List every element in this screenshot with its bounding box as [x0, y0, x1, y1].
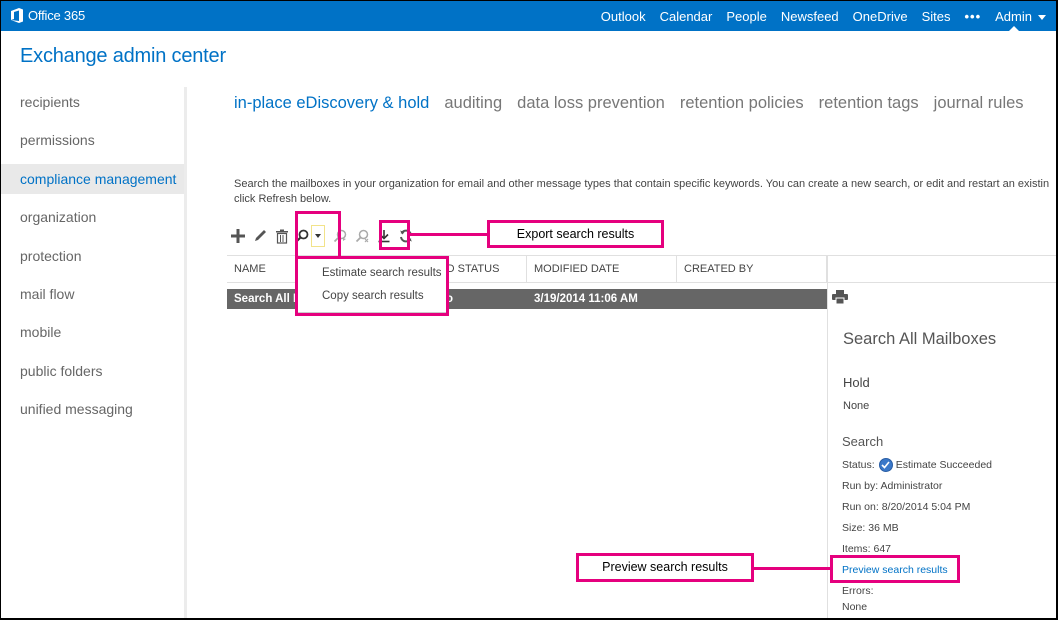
- row-modified-date-cell: 3/19/2014 11:06 AM: [534, 293, 638, 305]
- sidebar-item-mail-flow[interactable]: mail flow: [1, 279, 184, 309]
- preview-callout: Preview search results: [576, 553, 754, 582]
- sidebar-item-mobile[interactable]: mobile: [1, 317, 184, 347]
- page-description: Search the mailboxes in your organizatio…: [234, 177, 1056, 207]
- tab-data-loss-prevention[interactable]: data loss prevention: [517, 94, 665, 113]
- hold-value: None: [843, 400, 870, 412]
- result-size: Size: 36 MB: [842, 522, 899, 534]
- active-pointer-icon: [1008, 25, 1019, 31]
- sidebar-item-unified-messaging[interactable]: unified messaging: [1, 394, 184, 424]
- nav-outlook[interactable]: Outlook: [601, 9, 646, 24]
- run-by: Run by: Administrator: [842, 480, 943, 492]
- compliance-tabs: in-place eDiscovery & hold auditing data…: [234, 94, 1039, 113]
- delete-icon: [276, 229, 288, 244]
- sidebar-item-compliance-management[interactable]: compliance management: [1, 163, 184, 194]
- tab-auditing[interactable]: auditing: [444, 94, 502, 113]
- sidebar-item-public-folders[interactable]: public folders: [1, 356, 184, 386]
- printer-icon: [832, 290, 848, 305]
- description-line-2: click Refresh below.: [234, 193, 332, 205]
- run-on: Run on: 8/20/2014 5:04 PM: [842, 501, 971, 513]
- app-title: Exchange admin center: [20, 45, 226, 67]
- row-name-cell: Search All M: [234, 293, 303, 305]
- print-button[interactable]: [832, 290, 848, 309]
- admin-label: Admin: [995, 8, 1032, 24]
- delete-button[interactable]: [271, 225, 293, 247]
- success-check-icon: [878, 458, 893, 472]
- add-icon: [231, 229, 245, 243]
- status-label: Status:: [842, 459, 875, 471]
- sidebar-item-protection[interactable]: protection: [1, 241, 184, 271]
- brand-label: Office 365: [28, 8, 86, 23]
- admin-menu-button[interactable]: Admin: [995, 8, 1046, 31]
- nav-people[interactable]: People: [726, 9, 766, 24]
- export-callout: Export search results: [487, 220, 664, 248]
- search-button-highlight: [295, 211, 341, 259]
- office365-brand[interactable]: Office 365: [10, 8, 85, 23]
- hold-heading: Hold: [843, 375, 870, 390]
- screenshot-frame: Office 365 Outlook Calendar People Newsf…: [0, 0, 1058, 620]
- nav-onedrive[interactable]: OneDrive: [853, 9, 908, 24]
- preview-link-highlight: [830, 555, 960, 583]
- details-title: Search All Mailboxes: [843, 330, 997, 348]
- search-menu-highlight: [295, 256, 449, 316]
- edit-icon: [255, 230, 266, 241]
- stop-search-button[interactable]: [351, 225, 373, 247]
- export-callout-connector: [409, 233, 489, 236]
- search-heading: Search: [842, 434, 884, 449]
- errors-value: None: [842, 601, 868, 613]
- nav-calendar[interactable]: Calendar: [660, 9, 713, 24]
- preview-callout-connector: [753, 567, 832, 570]
- office-logo-icon: [10, 8, 24, 23]
- office365-top-bar: Office 365 Outlook Calendar People Newsf…: [1, 1, 1056, 31]
- export-button-highlight: [379, 220, 410, 250]
- stop-search-icon: [355, 229, 369, 243]
- description-line-1: Search the mailboxes in your organizatio…: [234, 178, 1050, 190]
- sidebar: recipients permissions compliance manage…: [1, 87, 187, 618]
- chevron-down-icon: [1038, 14, 1046, 20]
- search-status: Status: Estimate Succeeded: [842, 458, 992, 472]
- errors-label: Errors:: [842, 585, 874, 597]
- details-pane-header: [827, 255, 1056, 283]
- tab-retention-tags[interactable]: retention tags: [819, 94, 919, 113]
- add-button[interactable]: [227, 225, 249, 247]
- column-header-created-by[interactable]: CREATED BY: [677, 256, 827, 283]
- nav-newsfeed[interactable]: Newsfeed: [781, 9, 839, 24]
- edit-button[interactable]: [249, 225, 271, 247]
- column-header-modified-date[interactable]: MODIFIED DATE: [527, 256, 677, 283]
- tab-journal-rules[interactable]: journal rules: [934, 94, 1024, 113]
- status-value: Estimate Succeeded: [895, 459, 992, 471]
- more-apps-button[interactable]: •••: [964, 9, 981, 24]
- nav-sites[interactable]: Sites: [922, 9, 951, 24]
- sidebar-item-recipients[interactable]: recipients: [1, 87, 184, 117]
- tab-retention-policies[interactable]: retention policies: [680, 94, 804, 113]
- top-navigation: Outlook Calendar People Newsfeed OneDriv…: [587, 1, 1046, 31]
- sidebar-item-permissions[interactable]: permissions: [1, 125, 184, 155]
- sidebar-item-organization[interactable]: organization: [1, 202, 184, 232]
- tab-in-place-ediscovery-hold[interactable]: in-place eDiscovery & hold: [234, 94, 429, 113]
- result-items: Items: 647: [842, 543, 892, 555]
